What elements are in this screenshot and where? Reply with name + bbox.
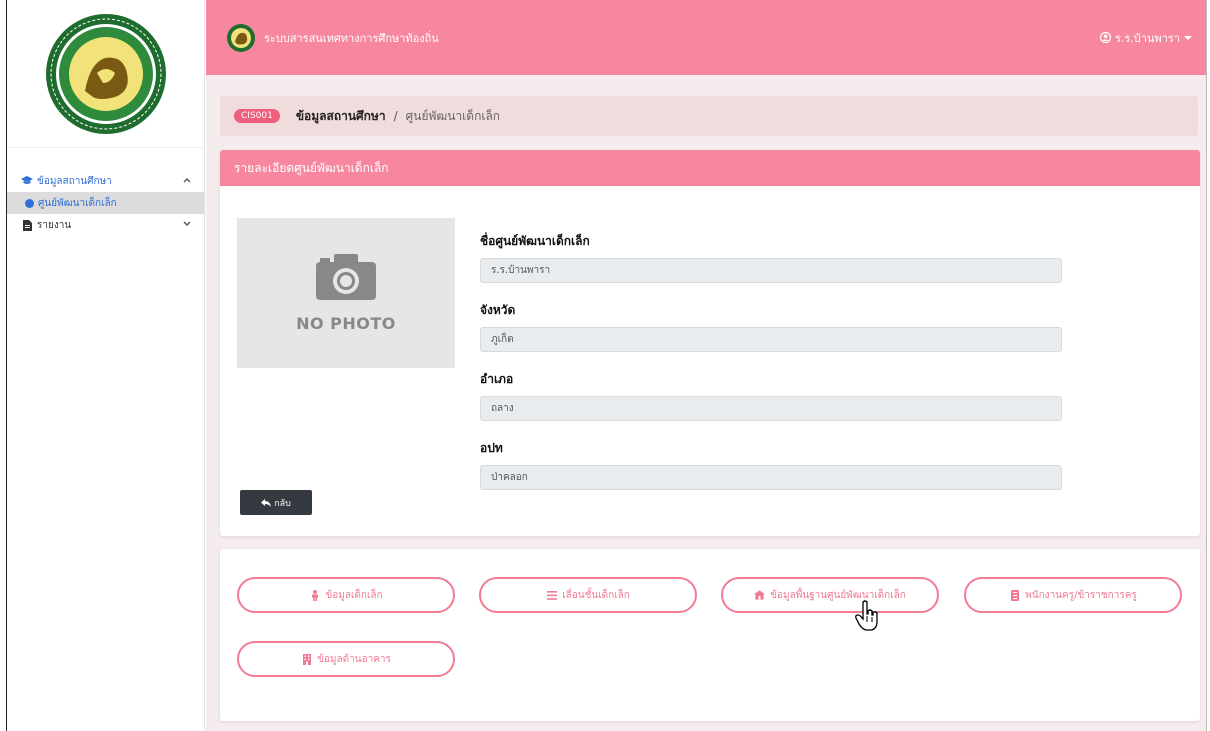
field-label-district: อำเภอ bbox=[480, 372, 514, 386]
promote-children-label: เลื่อนชั้นเด็กเล็ก bbox=[562, 589, 630, 601]
page-code-badge: CIS001 bbox=[234, 109, 280, 123]
back-button-label: กลับ bbox=[274, 498, 291, 509]
sidebar: ข้อมูลสถานศึกษา ศูนย์พัฒนาเด็กเล็ก รายงา… bbox=[7, 0, 205, 731]
center-name-field[interactable]: ร.ร.บ้านพารา bbox=[480, 258, 1062, 283]
detail-card-title: รายละเอียดศูนย์พัฒนาเด็กเล็ก bbox=[220, 150, 1200, 186]
brand-title[interactable]: ระบบสารสนเทศทางการศึกษาท้องถิ่น bbox=[264, 29, 1100, 47]
photo-placeholder: NO PHOTO bbox=[237, 218, 455, 368]
active-dot-icon bbox=[25, 198, 34, 208]
building-icon bbox=[301, 653, 312, 665]
child-icon bbox=[309, 589, 320, 601]
local-admin-field[interactable]: ป่าคลอก bbox=[480, 465, 1062, 490]
building-info-label: ข้อมูลด้านอาคาร bbox=[317, 653, 391, 665]
breadcrumb-section[interactable]: ข้อมูลสถานศึกษา bbox=[296, 107, 386, 126]
breadcrumb-current: ศูนย์พัฒนาเด็กเล็ก bbox=[405, 108, 501, 123]
sidebar-item-school-info[interactable]: ข้อมูลสถานศึกษา bbox=[7, 170, 204, 192]
department-seal-logo bbox=[45, 13, 166, 134]
child-info-label: ข้อมูลเด็กเล็ก bbox=[325, 589, 383, 601]
sidebar-item-label: รายงาน bbox=[37, 219, 72, 231]
reply-arrow-icon bbox=[261, 498, 272, 507]
field-label-province: จังหวัด bbox=[480, 303, 516, 317]
child-info-button[interactable]: ข้อมูลเด็กเล็ก bbox=[237, 577, 455, 613]
teacher-staff-button[interactable]: พนักงานครู/ข้าราชการครู bbox=[964, 577, 1182, 613]
user-name: ร.ร.บ้านพารา bbox=[1114, 31, 1180, 45]
id-badge-icon bbox=[1009, 589, 1020, 601]
field-label-center-name: ชื่อศูนย์พัฒนาเด็กเล็ก bbox=[480, 234, 590, 248]
breadcrumb: CIS001 ข้อมูลสถานศึกษา / ศูนย์พัฒนาเด็กเ… bbox=[220, 96, 1198, 136]
user-menu[interactable]: ร.ร.บ้านพารา bbox=[1099, 29, 1192, 47]
sidebar-item-report[interactable]: รายงาน bbox=[7, 214, 204, 236]
actions-card: ข้อมูลเด็กเล็ก เลื่อนชั้นเด็กเล็ก ข้อมูล… bbox=[220, 549, 1200, 721]
window-frame-right bbox=[1206, 0, 1207, 731]
sidebar-item-label: ข้อมูลสถานศึกษา bbox=[37, 175, 112, 187]
camera-icon bbox=[316, 253, 376, 300]
promote-children-button[interactable]: เลื่อนชั้นเด็กเล็ก bbox=[479, 577, 697, 613]
document-icon bbox=[21, 219, 33, 231]
detail-card: รายละเอียดศูนย์พัฒนาเด็กเล็ก NO PHOTO ชื… bbox=[220, 150, 1200, 536]
detail-fields: ชื่อศูนย์พัฒนาเด็กเล็ก ร.ร.บ้านพารา จังห… bbox=[480, 232, 1062, 508]
graduation-cap-icon bbox=[21, 175, 33, 187]
caret-down-icon bbox=[1184, 35, 1192, 40]
main-content: ระบบสารสนเทศทางการศึกษาท้องถิ่น ร.ร.บ้าน… bbox=[206, 0, 1206, 731]
center-basic-info-button[interactable]: ข้อมูลพื้นฐานศูนย์พัฒนาเด็กเล็ก bbox=[721, 577, 939, 613]
sidebar-nav: ข้อมูลสถานศึกษา ศูนย์พัฒนาเด็กเล็ก รายงา… bbox=[7, 148, 204, 236]
field-label-local-admin: อปท bbox=[480, 441, 503, 455]
province-field[interactable]: ภูเก็ต bbox=[480, 327, 1062, 352]
no-photo-label: NO PHOTO bbox=[296, 313, 396, 333]
sidebar-subitem-child-center[interactable]: ศูนย์พัฒนาเด็กเล็ก bbox=[7, 192, 204, 214]
user-circle-icon bbox=[1099, 32, 1111, 43]
building-icon bbox=[754, 590, 766, 601]
chevron-down-icon bbox=[182, 220, 192, 230]
sidebar-logo[interactable] bbox=[7, 0, 204, 148]
center-basic-info-label: ข้อมูลพื้นฐานศูนย์พัฒนาเด็กเล็ก bbox=[770, 589, 906, 601]
hand-pointer-cursor-icon bbox=[855, 600, 878, 631]
chevron-up-icon bbox=[182, 176, 192, 186]
back-button[interactable]: กลับ bbox=[240, 490, 312, 515]
building-info-button[interactable]: ข้อมูลด้านอาคาร bbox=[237, 641, 455, 677]
teacher-staff-label: พนักงานครู/ข้าราชการครู bbox=[1025, 589, 1137, 601]
district-field[interactable]: ถลาง bbox=[480, 396, 1062, 421]
list-icon bbox=[546, 590, 557, 601]
breadcrumb-separator: / bbox=[393, 109, 398, 123]
brand-logo-icon bbox=[227, 23, 255, 52]
top-navbar: ระบบสารสนเทศทางการศึกษาท้องถิ่น ร.ร.บ้าน… bbox=[206, 0, 1206, 75]
sidebar-subitem-label: ศูนย์พัฒนาเด็กเล็ก bbox=[38, 197, 117, 209]
